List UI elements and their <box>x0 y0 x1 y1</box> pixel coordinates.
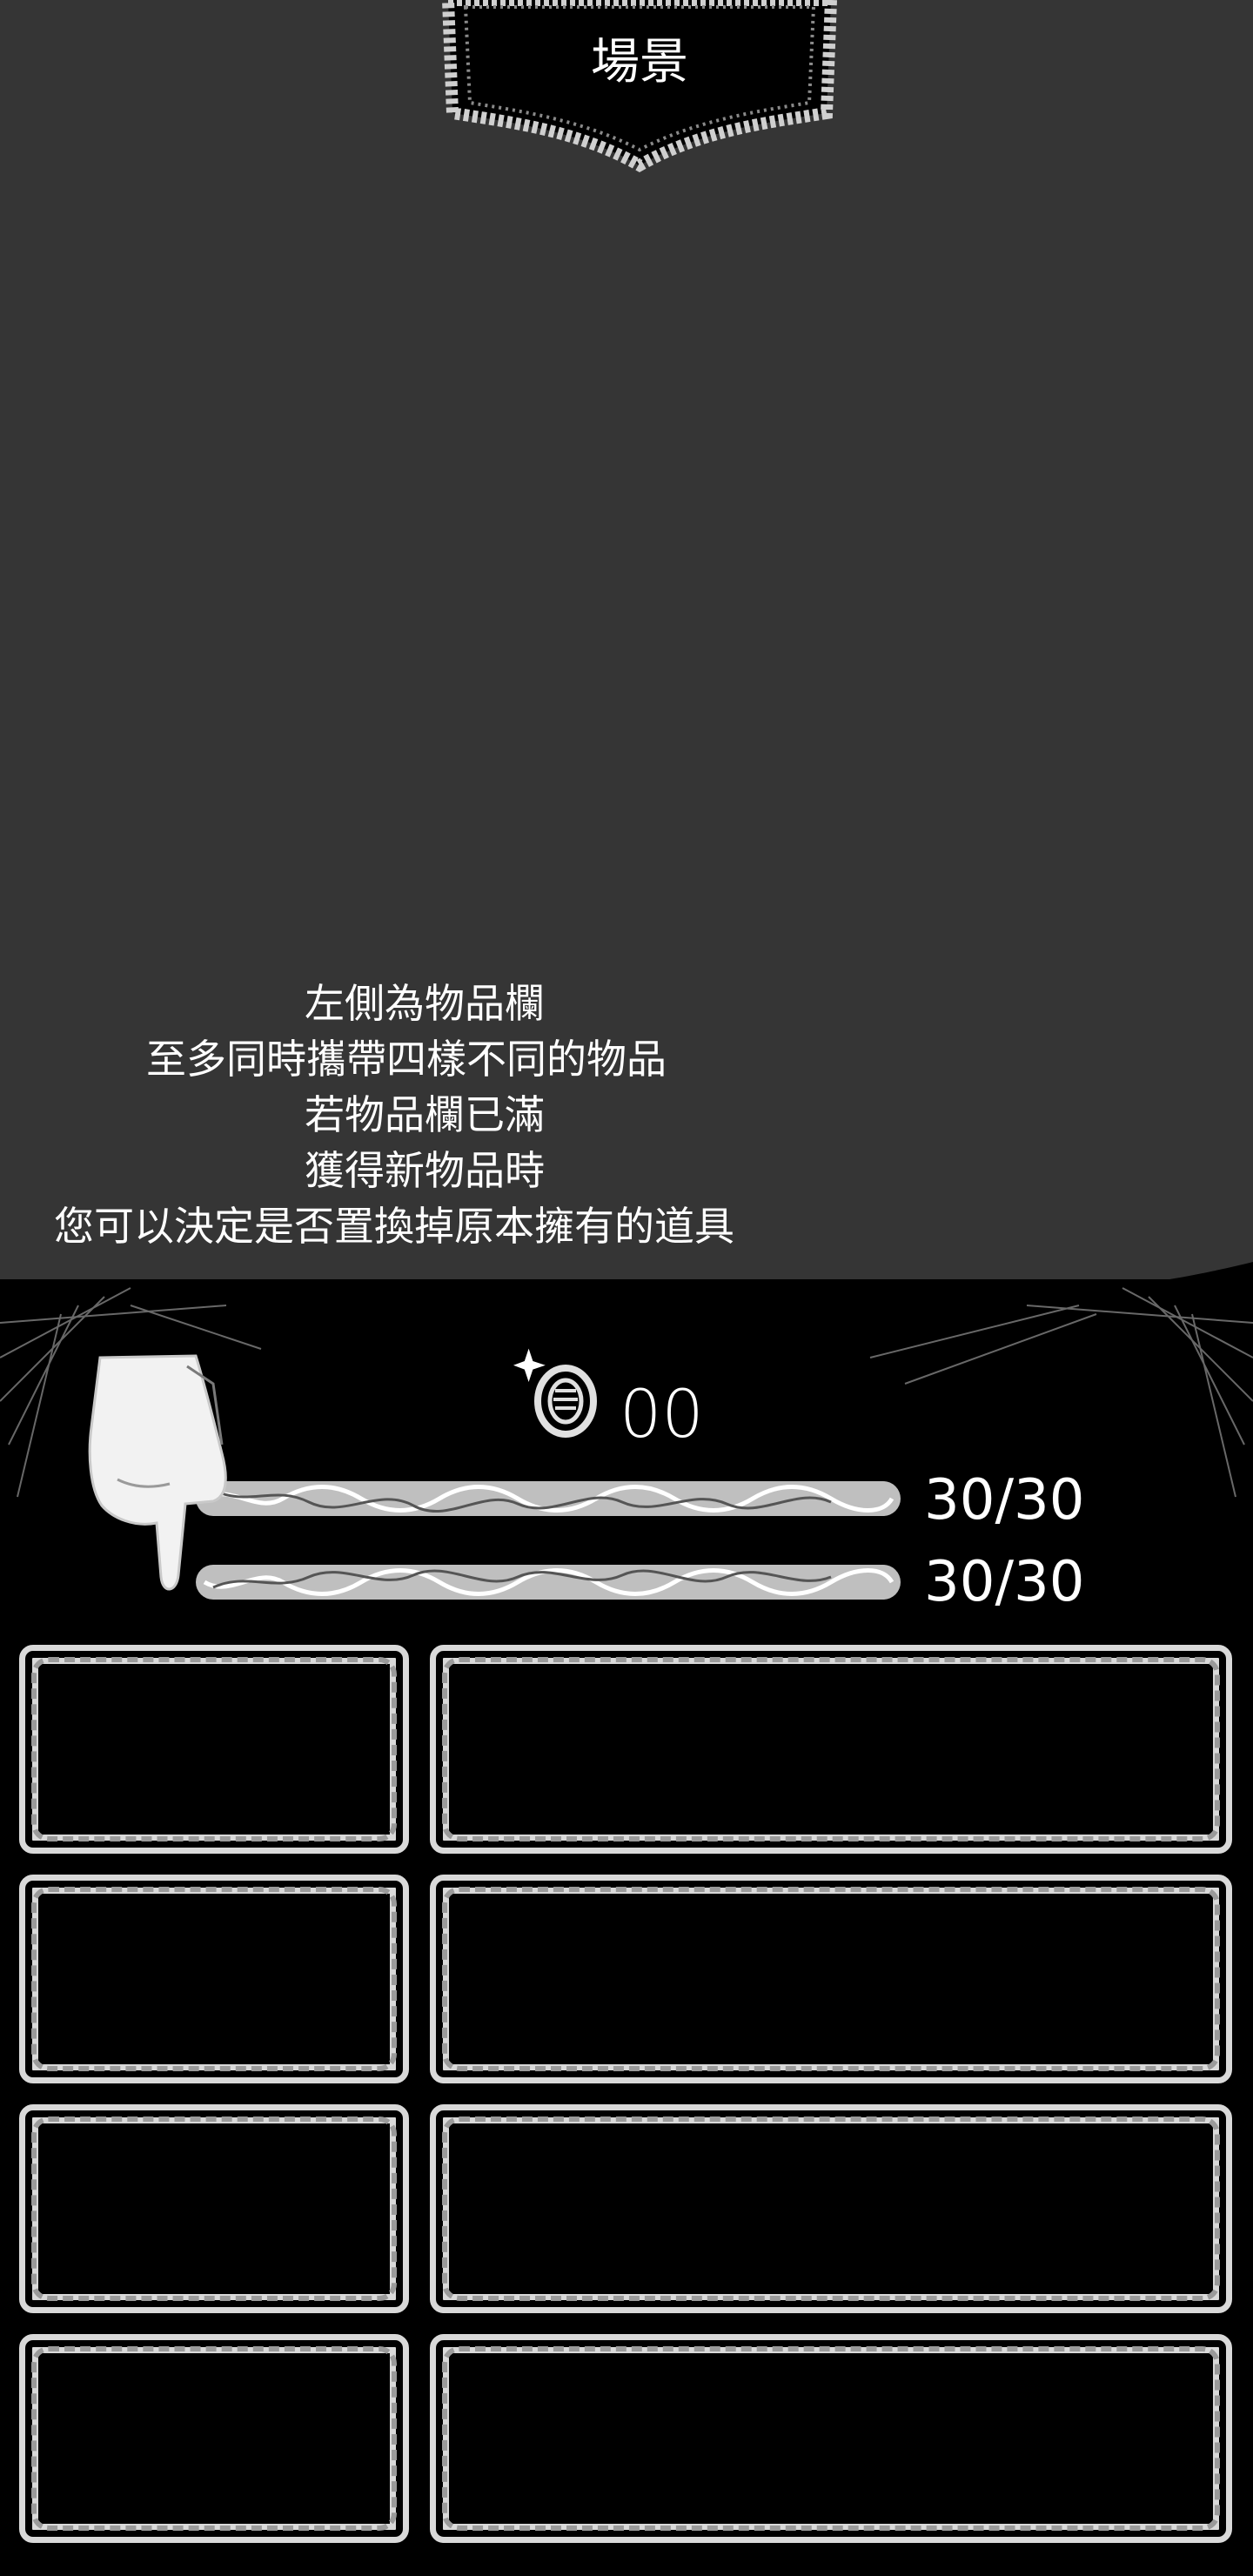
tutorial-line: 獲得新物品時 <box>305 1147 545 1194</box>
inventory-slot-2-icon[interactable] <box>19 1875 409 2083</box>
tutorial-line: 您可以決定是否置換掉原本擁有的道具 <box>54 1203 734 1250</box>
inventory-slot-4-description[interactable] <box>430 2334 1232 2543</box>
inventory-slot-1-description[interactable] <box>430 1645 1232 1854</box>
coin-count: 00 <box>620 1375 704 1452</box>
tutorial-line: 左側為物品欄 <box>305 980 545 1027</box>
scene-view <box>0 0 1253 1332</box>
inventory-slot-3-description[interactable] <box>430 2104 1232 2313</box>
inventory-slot-4-icon[interactable] <box>19 2334 409 2543</box>
tutorial-line: 若物品欄已滿 <box>305 1091 545 1138</box>
health-value: 30/30 <box>924 1468 1085 1533</box>
coin-icon <box>513 1348 597 1438</box>
inventory-slot-3-icon[interactable] <box>19 2104 409 2313</box>
pointing-hand-icon <box>88 1354 227 1591</box>
stamina-value: 30/30 <box>924 1550 1085 1614</box>
stamina-bar <box>196 1565 901 1600</box>
health-bar <box>196 1481 901 1516</box>
inventory-slot-2-description[interactable] <box>430 1875 1232 2083</box>
scene-title: 場景 <box>591 34 688 91</box>
tutorial-line: 至多同時攜帶四樣不同的物品 <box>146 1036 667 1083</box>
inventory-slot-1-icon[interactable] <box>19 1645 409 1854</box>
